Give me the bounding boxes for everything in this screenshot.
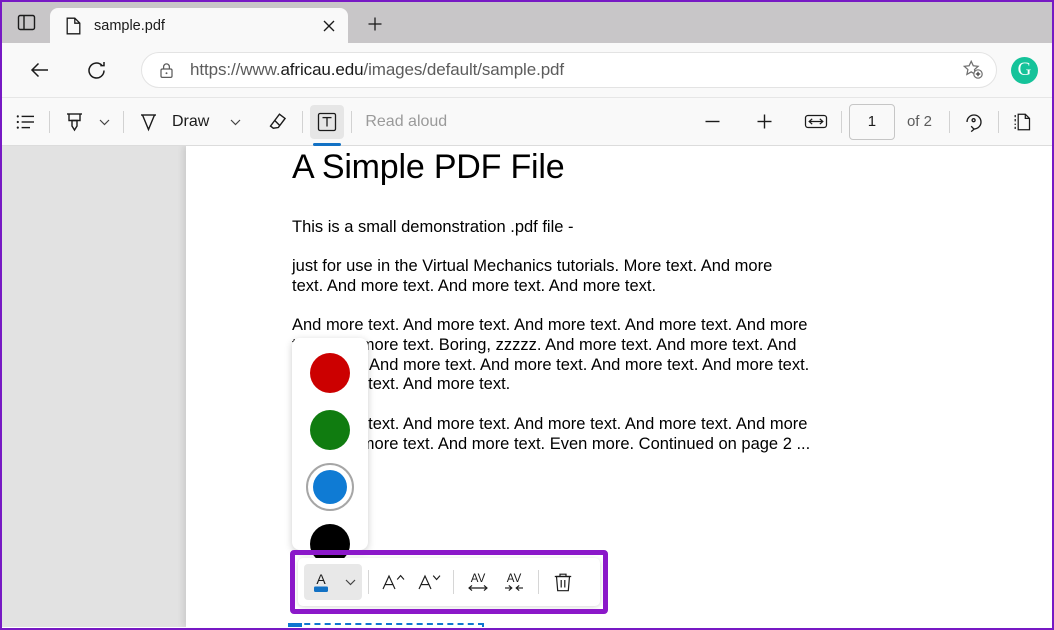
document-paragraph: just for use in the Virtual Mechanics tu… (292, 257, 773, 295)
add-favorite-star-icon[interactable] (958, 55, 988, 85)
reload-icon[interactable] (78, 52, 114, 88)
draw-icon[interactable] (131, 105, 166, 139)
document-paragraph: This is a small demonstration .pdf file … (292, 218, 574, 236)
lock-icon[interactable] (154, 58, 178, 82)
read-aloud-label[interactable]: Read aloud (365, 113, 447, 131)
move-handle[interactable] (288, 623, 302, 627)
tab-title: sample.pdf (94, 17, 165, 34)
fit-to-width-icon[interactable] (798, 105, 834, 139)
color-swatch-red-dot (310, 353, 350, 393)
add-text-icon[interactable] (310, 104, 345, 146)
pdf-viewer[interactable]: A Simple PDF File This is a small demons… (2, 146, 1052, 627)
url-path: /images/default/sample.pdf (363, 60, 565, 79)
zoom-out-button[interactable] (696, 105, 730, 139)
browser-window: sample.pdf https://www.africau.edu/image… (0, 0, 1054, 630)
eraser-icon[interactable] (261, 105, 295, 139)
url-host: africau.edu (280, 60, 364, 79)
tab-list-icon[interactable] (6, 2, 46, 43)
grammarly-extension-icon[interactable]: G (1011, 56, 1038, 84)
page-number-input[interactable]: 1 (848, 103, 895, 140)
font-color-flyout[interactable] (292, 338, 368, 564)
pdf-toolbar: Draw Read aloud 1 of 2 (2, 98, 1052, 146)
tab-strip: sample.pdf (2, 2, 1052, 43)
highlight-icon[interactable] (57, 105, 92, 139)
new-tab-button[interactable] (358, 7, 392, 41)
toolbar-divider (949, 110, 950, 133)
page-count-label: of 2 (906, 113, 932, 130)
page-view-icon[interactable] (1006, 105, 1040, 139)
color-swatch-blue[interactable] (306, 463, 354, 511)
rotate-icon[interactable] (957, 105, 991, 139)
color-swatch-blue-dot (313, 470, 347, 504)
highlight-rectangle (290, 550, 608, 614)
back-arrow-icon[interactable] (22, 52, 58, 88)
navigation-bar: https://www.africau.edu/images/default/s… (2, 43, 1052, 98)
document-icon (64, 17, 82, 35)
url-scheme: https://www. (190, 60, 281, 79)
draw-chevron-down-icon[interactable] (223, 105, 247, 139)
toolbar-divider (840, 110, 842, 133)
address-bar[interactable]: https://www.africau.edu/images/default/s… (141, 52, 997, 88)
color-swatch-green-dot (310, 410, 350, 450)
browser-tab[interactable]: sample.pdf (50, 8, 348, 43)
toolbar-divider (49, 110, 50, 133)
url-text: https://www.africau.edu/images/default/s… (190, 60, 958, 80)
document-paragraph: And more text. And more text. And more t… (292, 316, 810, 394)
table-of-contents-icon[interactable] (8, 105, 42, 139)
toolbar-divider (123, 110, 124, 133)
toolbar-divider (302, 110, 304, 133)
close-icon[interactable] (316, 13, 342, 39)
document-paragraph: And more text. And more text. And more t… (292, 415, 811, 453)
text-annotation-box[interactable]: Sample (288, 623, 484, 627)
highlight-chevron-down-icon[interactable] (92, 105, 116, 139)
toolbar-divider (998, 110, 999, 133)
zoom-in-button[interactable] (748, 105, 782, 139)
color-swatch-red[interactable] (306, 349, 354, 397)
document-title: A Simple PDF File (292, 148, 565, 186)
color-swatch-green[interactable] (306, 406, 354, 454)
draw-label: Draw (172, 112, 210, 130)
toolbar-divider (351, 110, 353, 133)
